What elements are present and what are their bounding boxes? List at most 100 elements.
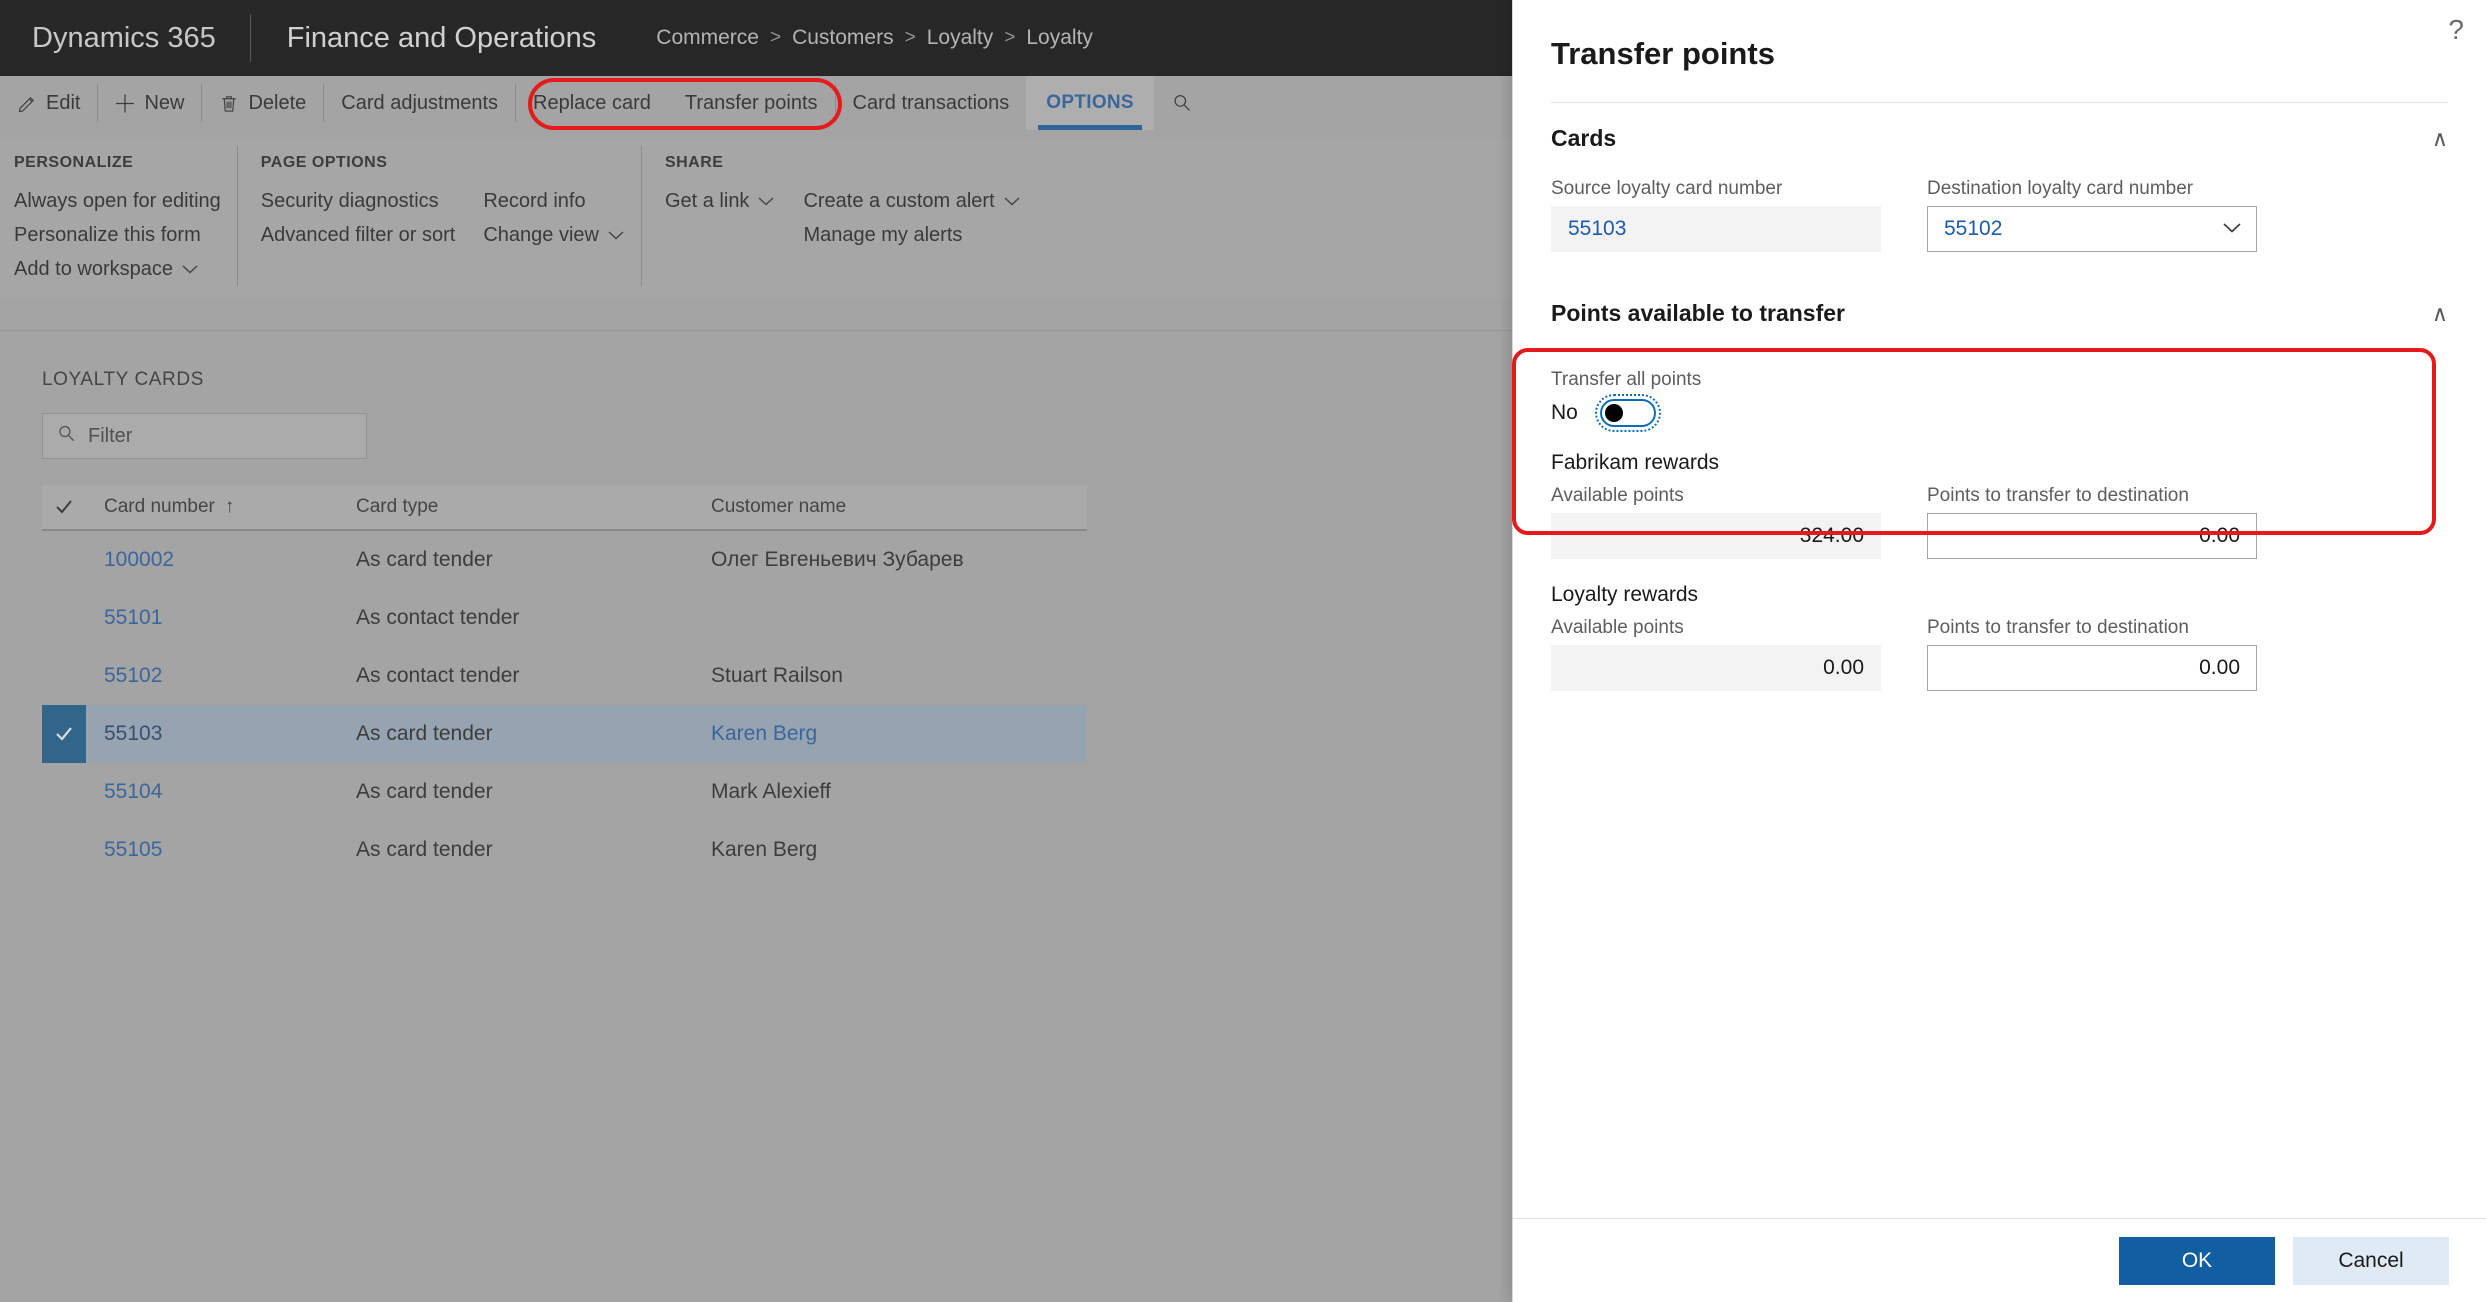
search-button[interactable]	[1154, 76, 1210, 130]
cell-card-type: As card tender	[356, 838, 493, 861]
delete-button[interactable]: Delete	[202, 76, 323, 130]
option-label: Security diagnostics	[260, 190, 439, 212]
fabrikam-transfer-points-input[interactable]: 0.00	[1927, 513, 2257, 559]
brand-label[interactable]: Dynamics 365	[0, 0, 250, 76]
option-get-a-link[interactable]: Get a link	[665, 184, 775, 218]
option-create-a-custom-alert[interactable]: Create a custom alert	[803, 184, 1020, 218]
help-icon[interactable]: ?	[2448, 14, 2464, 46]
column-header-customer-name[interactable]: Customer name	[711, 496, 1087, 518]
loyalty-transfer-points-input[interactable]: 0.00	[1927, 645, 2257, 691]
breadcrumb-item-commerce[interactable]: Commerce	[656, 26, 759, 50]
option-change-view[interactable]: Change view	[483, 218, 625, 252]
cell-customer-name: Олег Евгеньевич Зубарев	[711, 548, 964, 571]
loyalty-transfer-points-field: Points to transfer to destination 0.00	[1927, 617, 2257, 691]
transfer-points-button[interactable]: Transfer points	[668, 76, 835, 130]
destination-card-select[interactable]: 55102	[1927, 206, 2257, 252]
chevron-up-icon[interactable]: ∧	[2432, 301, 2448, 327]
plus-icon	[115, 93, 135, 113]
fabrikam-available-points-label: Available points	[1551, 485, 1684, 506]
breadcrumb-separator-icon: >	[1004, 27, 1016, 48]
column-header-card-number[interactable]: Card number ↑	[86, 496, 356, 518]
points-section-header[interactable]: Points available to transfer ∧	[1513, 278, 2486, 327]
filter-placeholder: Filter	[88, 424, 133, 447]
select-all-checkbox[interactable]	[42, 497, 86, 517]
app-background: Dynamics 365 Finance and Operations Comm…	[0, 0, 1512, 1302]
cell-customer-name[interactable]: Karen Berg	[711, 722, 1087, 746]
cell-card-type: As card tender	[356, 780, 493, 803]
edit-button[interactable]: Edit	[0, 76, 97, 130]
option-advanced-filter-or-sort[interactable]: Advanced filter or sort	[261, 218, 456, 252]
source-card-input: 55103	[1551, 206, 1881, 252]
breadcrumb-item-customers[interactable]: Customers	[792, 26, 894, 50]
cell-card-number[interactable]: 55104	[104, 780, 162, 804]
filter-input[interactable]: Filter	[42, 413, 367, 459]
row-checkbox[interactable]	[42, 589, 86, 647]
cards-section-header[interactable]: Cards ∧	[1513, 103, 2486, 152]
card-transactions-button[interactable]: Card transactions	[836, 76, 1027, 130]
options-group-share: SHARE Get a link Create a custom alert M…	[640, 138, 1047, 298]
app-name-label[interactable]: Finance and Operations	[251, 0, 633, 76]
ok-button[interactable]: OK	[2119, 1236, 2275, 1285]
options-menu-panel: PERSONALIZE Always open for editing Pers…	[0, 138, 1512, 298]
option-label: Personalize this form	[14, 224, 201, 246]
loyalty-rewards-fields: Available points 0.00 Points to transfer…	[1513, 617, 2486, 691]
destination-card-field: Destination loyalty card number 55102	[1927, 178, 2257, 252]
cancel-button[interactable]: Cancel	[2293, 1236, 2449, 1285]
table-row-selected[interactable]: 55103 As card tender Karen Berg	[42, 705, 1087, 763]
chevron-up-icon[interactable]: ∧	[2432, 126, 2448, 152]
option-label: Change view	[483, 224, 599, 246]
option-always-open-for-editing[interactable]: Always open for editing	[14, 184, 221, 218]
table-row[interactable]: 100002 As card tender Олег Евгеньевич Зу…	[42, 531, 1087, 589]
option-label: Get a link	[664, 190, 750, 212]
row-checkbox[interactable]	[42, 531, 86, 589]
pencil-icon	[17, 93, 37, 113]
cell-card-number[interactable]: 55105	[104, 838, 162, 862]
fabrikam-rewards-label: Fabrikam rewards	[1551, 451, 1720, 474]
row-checkbox[interactable]	[42, 647, 86, 705]
transfer-all-points-toggle[interactable]	[1594, 394, 1661, 432]
table-row[interactable]: 55102 As contact tender Stuart Railson	[42, 647, 1087, 705]
loyalty-available-points-label: Available points	[1551, 617, 1684, 638]
tab-options[interactable]: OPTIONS	[1026, 76, 1154, 130]
option-manage-my-alerts[interactable]: Manage my alerts	[803, 218, 1020, 252]
edit-button-label: Edit	[46, 91, 81, 114]
table-row[interactable]: 55105 As card tender Karen Berg	[42, 821, 1087, 879]
table-row[interactable]: 55101 As contact tender	[42, 589, 1087, 647]
chevron-down-icon[interactable]	[2222, 218, 2242, 240]
option-label: Always open for editing	[14, 190, 221, 212]
loyalty-rewards-label: Loyalty rewards	[1551, 583, 1699, 606]
fabrikam-transfer-points-label: Points to transfer to destination	[1927, 485, 2189, 506]
new-button[interactable]: New	[98, 76, 201, 130]
row-checkbox[interactable]	[42, 763, 86, 821]
cell-card-number[interactable]: 100002	[104, 548, 174, 572]
cell-card-number[interactable]: 55103	[104, 722, 162, 746]
option-personalize-this-form[interactable]: Personalize this form	[14, 218, 221, 252]
loyalty-available-points-value: 0.00	[1551, 645, 1881, 691]
option-add-to-workspace[interactable]: Add to workspace	[14, 252, 221, 286]
loyalty-cards-section: LOYALTY CARDS Filter Card number ↑ Card	[0, 330, 1512, 1302]
row-checkbox[interactable]	[42, 821, 86, 879]
table-row[interactable]: 55104 As card tender Mark Alexieff	[42, 763, 1087, 821]
option-label: Advanced filter or sort	[260, 224, 456, 246]
fabrikam-transfer-points-field: Points to transfer to destination 0.00	[1927, 485, 2257, 559]
replace-card-button[interactable]: Replace card	[516, 76, 668, 130]
toggle-knob	[1604, 404, 1623, 422]
fabrikam-available-points-value: 324.00	[1551, 513, 1881, 559]
chevron-down-icon	[1003, 184, 1021, 218]
transfer-all-points-row: No	[1513, 394, 2486, 432]
row-checkbox-checked[interactable]	[42, 705, 86, 763]
card-adjustments-button[interactable]: Card adjustments	[324, 76, 515, 130]
cell-card-number[interactable]: 55101	[104, 606, 162, 630]
cell-card-number[interactable]: 55102	[104, 664, 162, 688]
chevron-down-icon	[607, 218, 625, 252]
breadcrumb-item-loyalty[interactable]: Loyalty	[927, 26, 994, 50]
column-header-card-type[interactable]: Card type	[356, 496, 711, 518]
cell-card-type: As card tender	[356, 548, 493, 571]
breadcrumb-separator-icon: >	[769, 27, 782, 48]
option-record-info[interactable]: Record info	[483, 184, 625, 218]
breadcrumb-item-loyalty-page[interactable]: Loyalty	[1026, 26, 1093, 50]
column-header-label: Card number	[104, 496, 215, 517]
options-group-title: PERSONALIZE	[14, 154, 134, 171]
destination-card-value: 55102	[1944, 217, 2003, 240]
option-security-diagnostics[interactable]: Security diagnostics	[261, 184, 456, 218]
